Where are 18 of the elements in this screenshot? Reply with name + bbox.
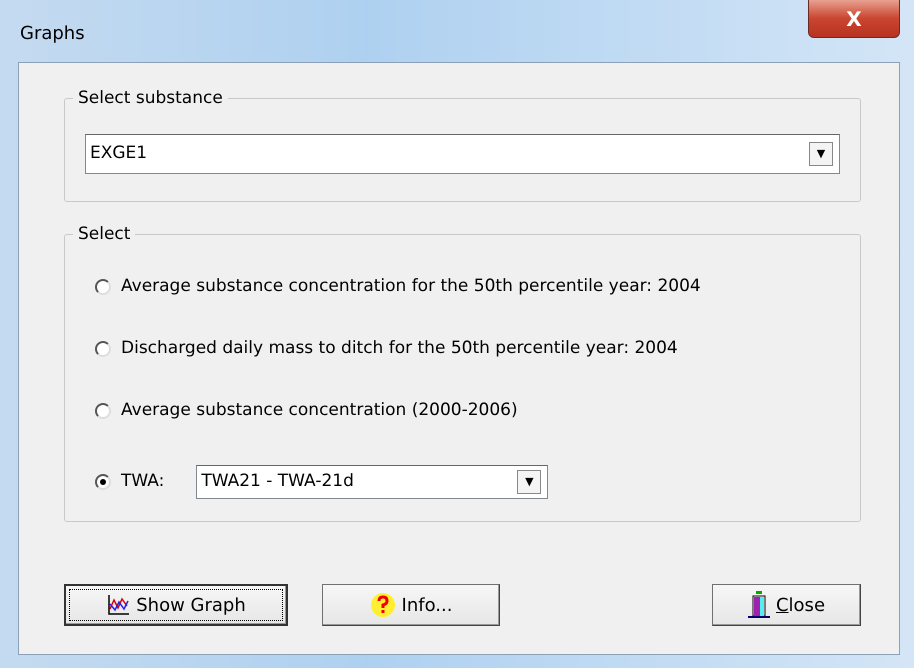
radio-button[interactable] [95,341,111,357]
radio-label[interactable]: Average substance concentration (2000-2006) [121,398,518,424]
window-title: Graphs [20,22,85,46]
radio-label[interactable]: Average substance concentration for the 50th percentile year: 2004 [121,274,701,300]
twa-dropdown[interactable]: TWA21 - TWA-21d ▼ [196,465,548,499]
radio-label[interactable]: TWA: [121,469,164,495]
radio-label[interactable]: Discharged daily mass to ditch for the 50th percentile year: 2004 [121,336,678,362]
help-icon [370,592,396,618]
door-icon [748,591,770,619]
chart-icon [106,594,130,616]
substance-dropdown[interactable]: EXGE1 ▼ [85,134,840,174]
info-button[interactable]: Info... [322,584,500,626]
radio-button[interactable] [95,474,111,490]
radio-button[interactable] [95,279,111,295]
close-button[interactable]: Close [712,584,861,626]
show-graph-button[interactable]: Show Graph [64,584,288,626]
radio-button[interactable] [95,403,111,419]
close-button[interactable]: X [808,0,900,38]
